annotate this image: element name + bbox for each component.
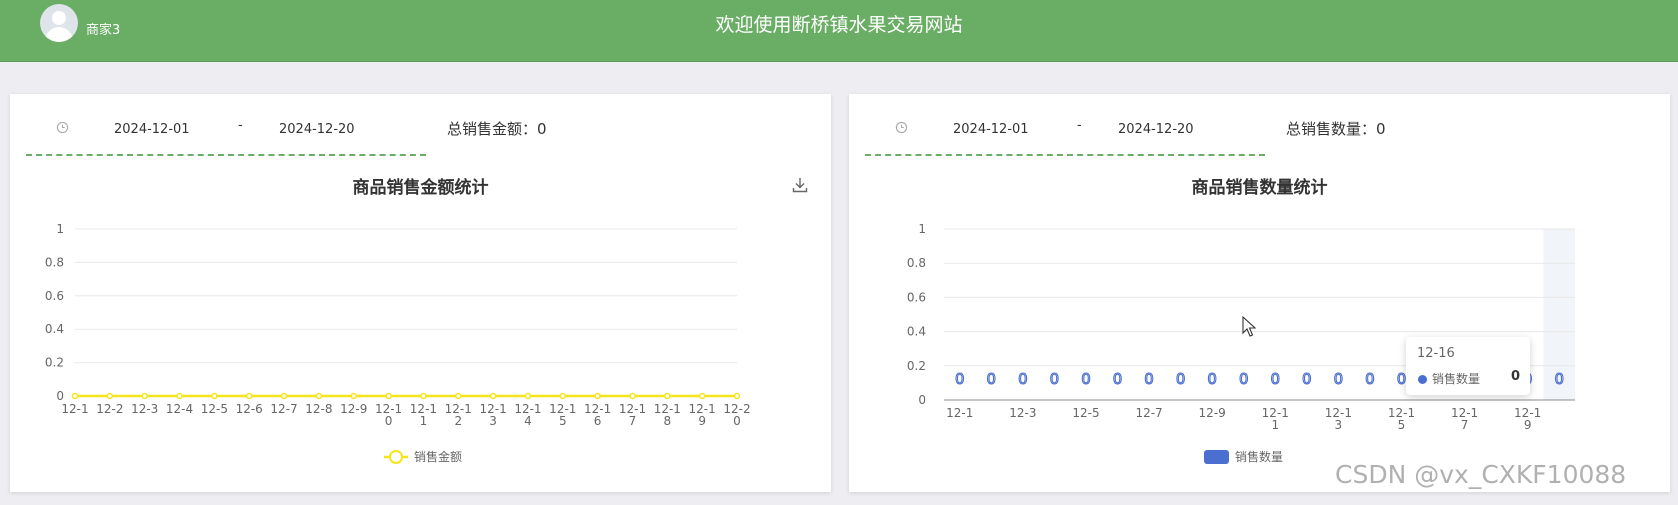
x-tick-label: 12-9 bbox=[340, 402, 367, 416]
bar-data-label: 0 bbox=[1271, 370, 1281, 388]
x-tick-label: 3 bbox=[489, 414, 497, 428]
x-tick-label: 0 bbox=[385, 414, 393, 428]
tooltip-series-marker bbox=[1418, 375, 1427, 384]
bar-data-label: 0 bbox=[1239, 370, 1249, 388]
bar-data-label: 0 bbox=[1554, 370, 1564, 388]
mouse-cursor-icon bbox=[1242, 316, 1256, 337]
x-tick-label: 7 bbox=[629, 414, 637, 428]
x-tick-label: 1 bbox=[1271, 418, 1279, 432]
bar-data-label: 0 bbox=[1365, 370, 1375, 388]
legend-marker bbox=[389, 450, 403, 464]
data-point bbox=[385, 392, 392, 400]
tooltip-title: 12-16 bbox=[1417, 346, 1455, 361]
data-point bbox=[559, 392, 567, 400]
data-point bbox=[664, 392, 671, 400]
y-tick-label: 0.2 bbox=[907, 359, 926, 373]
legend-label: 销售金额 bbox=[414, 449, 462, 464]
x-tick-label: 5 bbox=[1398, 418, 1406, 432]
data-point bbox=[315, 392, 323, 400]
legend-label: 销售数量 bbox=[1235, 449, 1283, 464]
data-point bbox=[489, 392, 497, 400]
x-tick-label: 0 bbox=[733, 414, 741, 428]
x-tick-label: 12-3 bbox=[1009, 406, 1036, 420]
bar-data-label: 0 bbox=[1113, 370, 1123, 388]
top-header: 商家3 欢迎使用断桥镇水果交易网站 bbox=[0, 0, 1678, 62]
chart-tooltip: 12-16 销售数量 0 bbox=[1406, 337, 1530, 395]
sales-quantity-card: 2024-12-01 - 2024-12-20 总销售数量：0 商品销售数量统计… bbox=[849, 94, 1670, 492]
bar-data-label: 0 bbox=[1302, 370, 1312, 388]
bar-data-label: 0 bbox=[1397, 370, 1407, 388]
y-tick-label: 1 bbox=[918, 222, 926, 236]
data-point bbox=[524, 392, 532, 400]
x-tick-label: 12-2 bbox=[96, 402, 123, 416]
data-point bbox=[141, 392, 148, 400]
x-tick-label: 12-8 bbox=[305, 402, 332, 416]
x-tick-label: 8 bbox=[663, 414, 671, 428]
data-point bbox=[594, 392, 601, 400]
y-tick-label: 0 bbox=[56, 389, 64, 403]
bar-data-label: 0 bbox=[1050, 370, 1060, 388]
tooltip-value: 0 bbox=[1510, 369, 1520, 384]
bar-data-label: 0 bbox=[1144, 370, 1154, 388]
bar-data-label: 0 bbox=[1018, 370, 1028, 388]
data-point bbox=[733, 392, 741, 400]
x-tick-label: 9 bbox=[698, 414, 706, 428]
x-tick-label: 12-7 bbox=[1135, 406, 1162, 420]
x-tick-label: 12-4 bbox=[166, 402, 193, 416]
legend-marker bbox=[1204, 450, 1229, 464]
y-tick-label: 0.6 bbox=[907, 290, 926, 304]
bar-data-label: 0 bbox=[987, 370, 997, 388]
x-tick-label: 1 bbox=[420, 414, 428, 428]
data-point bbox=[350, 392, 357, 400]
x-tick-label: 12-5 bbox=[201, 402, 228, 416]
x-tick-label: 12-1 bbox=[61, 402, 88, 416]
x-tick-label: 12-9 bbox=[1199, 406, 1226, 420]
data-point bbox=[420, 392, 427, 400]
bar-data-label: 0 bbox=[1176, 370, 1186, 388]
sales-quantity-bar-chart: 00.20.40.60.810000000000000000000012-112… bbox=[907, 222, 1575, 464]
x-tick-label: 12-7 bbox=[270, 402, 297, 416]
y-tick-label: 0.8 bbox=[907, 256, 926, 270]
data-point bbox=[176, 392, 183, 400]
bar-data-label: 0 bbox=[955, 370, 965, 388]
data-point bbox=[211, 392, 218, 400]
data-point bbox=[698, 392, 706, 400]
x-tick-label: 2 bbox=[454, 414, 462, 428]
y-tick-label: 0.4 bbox=[907, 325, 926, 339]
y-tick-label: 0 bbox=[918, 393, 926, 407]
x-tick-label: 12-6 bbox=[236, 402, 263, 416]
bar-data-label: 0 bbox=[1081, 370, 1091, 388]
data-point bbox=[71, 392, 79, 400]
data-point bbox=[629, 392, 636, 400]
site-title: 欢迎使用断桥镇水果交易网站 bbox=[715, 14, 963, 36]
bar-data-label: 0 bbox=[1207, 370, 1217, 388]
sales-amount-line-chart: 00.20.40.60.8112-1 12-2 12-3 12-4 12-5 12-6 12… bbox=[45, 222, 751, 464]
data-point bbox=[280, 392, 288, 400]
tooltip-series-name: 销售数量 bbox=[1432, 372, 1481, 386]
x-tick-label: 3 bbox=[1335, 418, 1343, 432]
x-tick-label: 5 bbox=[559, 414, 567, 428]
y-tick-label: 0.2 bbox=[45, 356, 64, 370]
y-tick-label: 1 bbox=[56, 222, 64, 236]
x-tick-label: 6 bbox=[594, 414, 602, 428]
x-tick-label: 9 bbox=[1524, 418, 1532, 432]
x-tick-label: 4 bbox=[524, 414, 532, 428]
x-tick-label: 12-5 bbox=[1072, 406, 1099, 420]
y-tick-label: 0.6 bbox=[45, 289, 64, 303]
bar-data-label: 0 bbox=[1334, 370, 1344, 388]
sales-amount-card: 2024-12-01 - 2024-12-20 总销售金额：0 商品销售金额统计… bbox=[10, 94, 831, 492]
y-tick-label: 0.8 bbox=[45, 255, 64, 269]
x-tick-label: 7 bbox=[1461, 418, 1469, 432]
data-point bbox=[455, 392, 462, 400]
y-tick-label: 0.4 bbox=[45, 322, 64, 336]
data-point bbox=[106, 392, 114, 400]
watermark: CSDN @vx_CXKF10088 bbox=[1335, 460, 1627, 489]
x-tick-label: 12-3 bbox=[131, 402, 158, 416]
data-point bbox=[245, 392, 253, 400]
x-tick-label: 12-1 bbox=[946, 406, 973, 420]
